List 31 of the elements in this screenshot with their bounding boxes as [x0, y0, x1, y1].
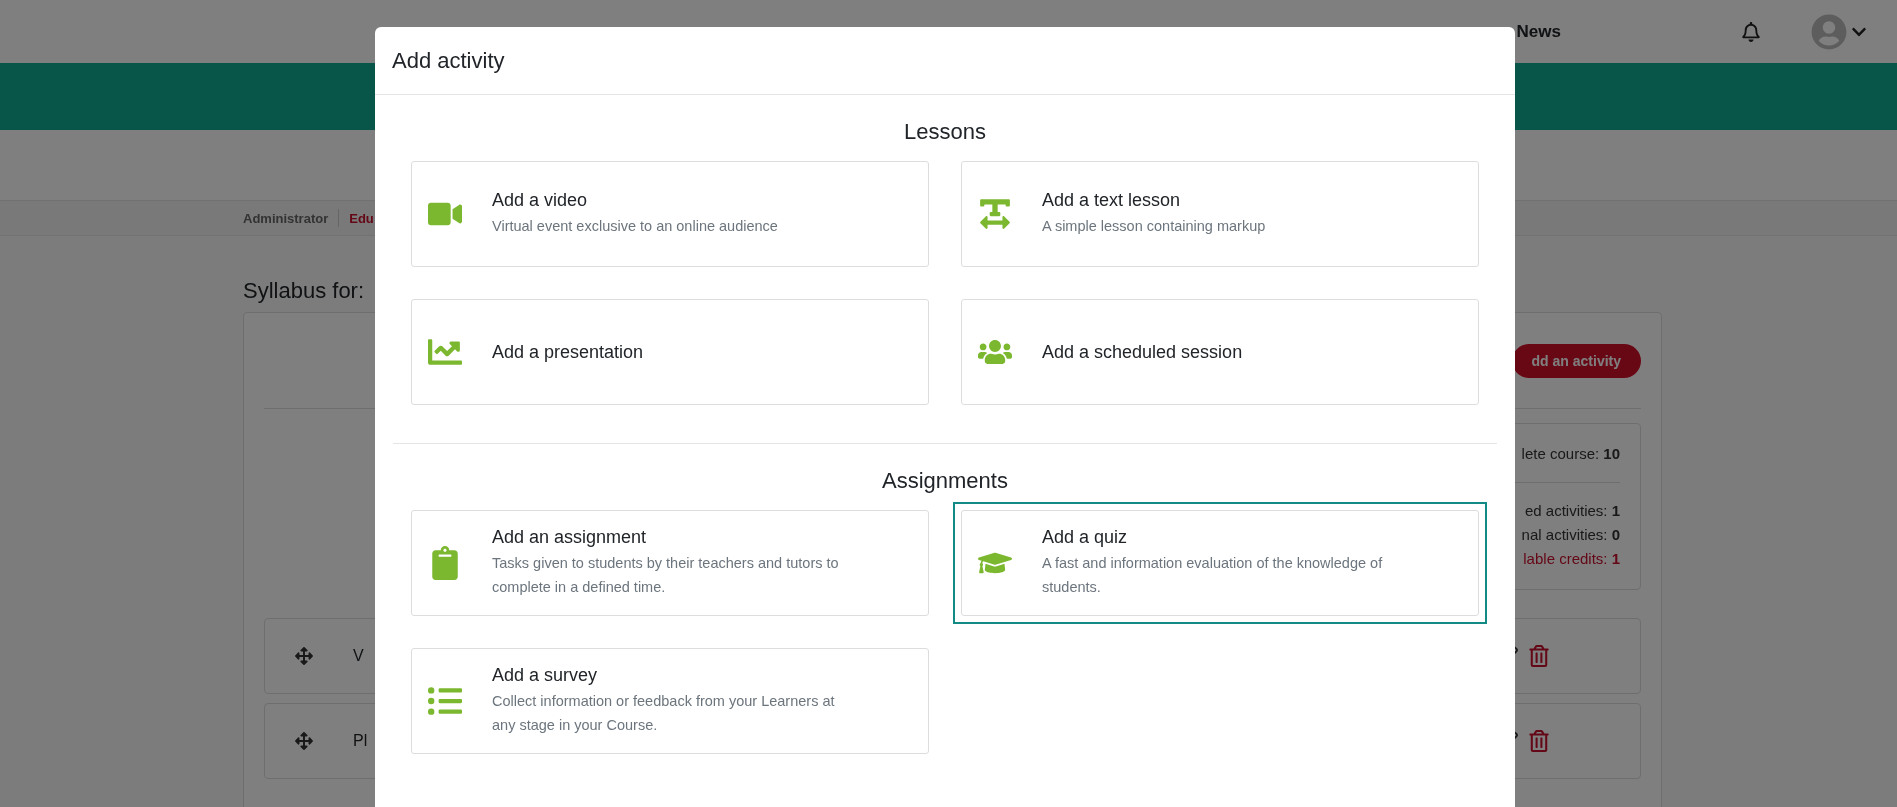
- bell-icon[interactable]: [1741, 21, 1761, 42]
- option-description: Tasks given to students by their teachers and tutors to complete in a defined time.: [492, 554, 840, 597]
- stat-text: lete course: 10: [1521, 444, 1620, 464]
- activity-title: Pl: [353, 732, 369, 750]
- option-description: A simple lesson containing markup: [1042, 217, 1266, 236]
- option-title: Add an assignment: [492, 527, 648, 548]
- option-title: Add a scheduled session: [1042, 341, 1243, 363]
- trash-icon[interactable]: [1528, 730, 1550, 752]
- modal-title: Add activity: [392, 47, 505, 74]
- drag-handle-icon[interactable]: [295, 647, 313, 665]
- option-description: Virtual event exclusive to an online audience: [492, 217, 778, 236]
- nav-link[interactable]: News: [1516, 21, 1561, 42]
- stat-text: nal activities: 0: [1521, 525, 1620, 545]
- list-icon: [428, 684, 462, 718]
- option-title: Add a survey: [492, 665, 599, 686]
- section-heading: Assignments: [881, 468, 1009, 494]
- section-heading: Lessons: [903, 119, 987, 145]
- option-title: Add a presentation: [492, 341, 644, 363]
- stat-text: lable credits: 1: [1523, 549, 1620, 569]
- option-description: Collect information or feedback from your Learners at any stage in your Course.: [492, 692, 836, 735]
- option-title: Add a text lesson: [1042, 190, 1182, 211]
- option-description: A fast and information evaluation of the knowledge of students.: [1042, 554, 1384, 597]
- option-title: Add a quiz: [1042, 527, 1129, 548]
- stat-text: ed activities: 1: [1524, 501, 1620, 521]
- activity-option[interactable]: Add a quiz A fast and information evaluation of the knowledge of students.: [953, 502, 1487, 624]
- option-title: Add a video: [492, 190, 589, 211]
- trash-icon[interactable]: [1528, 645, 1550, 667]
- page-title: Syllabus for:: [243, 278, 366, 304]
- text-width-icon: [978, 197, 1012, 231]
- drag-handle-icon[interactable]: [295, 732, 313, 750]
- activity-title: V: [353, 647, 365, 665]
